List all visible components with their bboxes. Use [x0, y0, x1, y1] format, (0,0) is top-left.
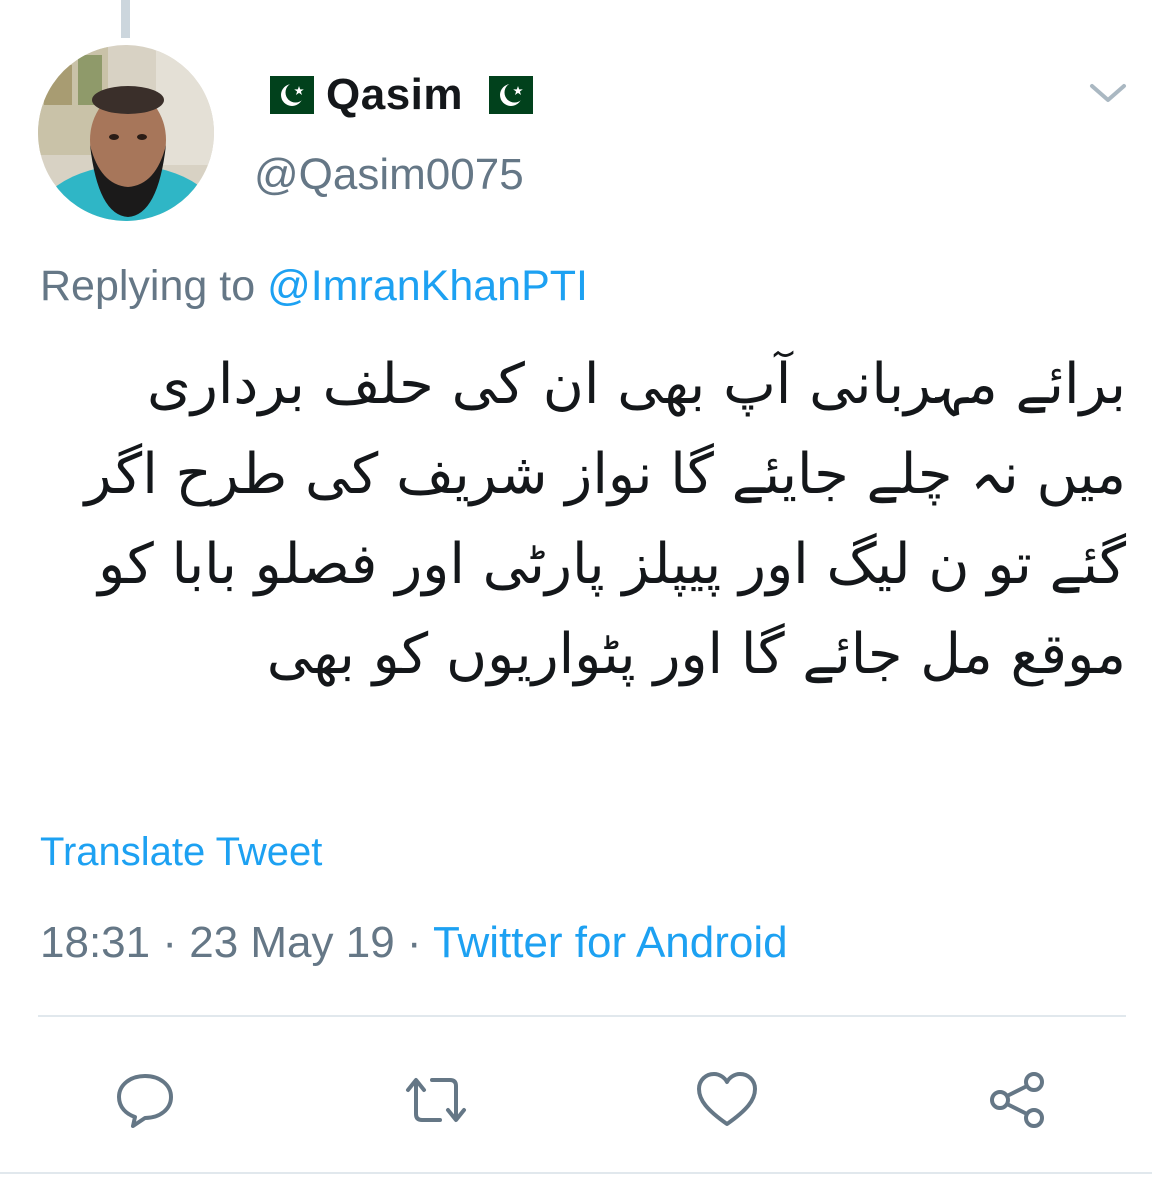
- divider: [0, 1172, 1152, 1174]
- reply-button[interactable]: [105, 1060, 185, 1140]
- chevron-down-icon[interactable]: [1088, 78, 1128, 108]
- tweet-time: 18:31: [40, 918, 151, 967]
- heart-icon: [697, 1072, 757, 1126]
- user-handle[interactable]: @Qasim0075: [254, 150, 524, 200]
- replying-to: Replying to @ImranKhanPTI: [40, 262, 588, 311]
- avatar[interactable]: [38, 45, 214, 221]
- divider: [38, 1015, 1126, 1017]
- tweet-actions-bar: [0, 1060, 1152, 1140]
- pakistan-flag-icon: [475, 76, 534, 114]
- like-button[interactable]: [687, 1060, 767, 1140]
- tweet-metadata: 18:31 · 23 May 19 · Twitter for Android: [40, 918, 788, 968]
- reply-icon: [117, 1074, 173, 1128]
- author-name-row[interactable]: Qasim: [256, 68, 534, 122]
- retweet-icon: [406, 1078, 466, 1122]
- share-button[interactable]: [978, 1060, 1058, 1140]
- tweet-source-link[interactable]: Twitter for Android: [433, 918, 788, 967]
- tweet-text: برائے مہربانی آپ بھی ان کی حلف برداری می…: [84, 352, 1126, 687]
- meta-separator: ·: [150, 918, 190, 967]
- tweet-date: 23 May 19: [189, 918, 395, 967]
- share-icon: [990, 1072, 1044, 1128]
- display-name[interactable]: Qasim: [326, 70, 463, 120]
- meta-separator: ·: [394, 918, 433, 967]
- replying-to-mention-link[interactable]: @ImranKhanPTI: [267, 262, 588, 310]
- thread-connector-line: [121, 0, 130, 38]
- translate-tweet-link[interactable]: Translate Tweet: [40, 830, 322, 875]
- avatar-photo: [38, 45, 214, 221]
- retweet-button[interactable]: [396, 1060, 476, 1140]
- replying-to-prefix: Replying to: [40, 262, 268, 310]
- pakistan-flag-icon: [256, 76, 314, 114]
